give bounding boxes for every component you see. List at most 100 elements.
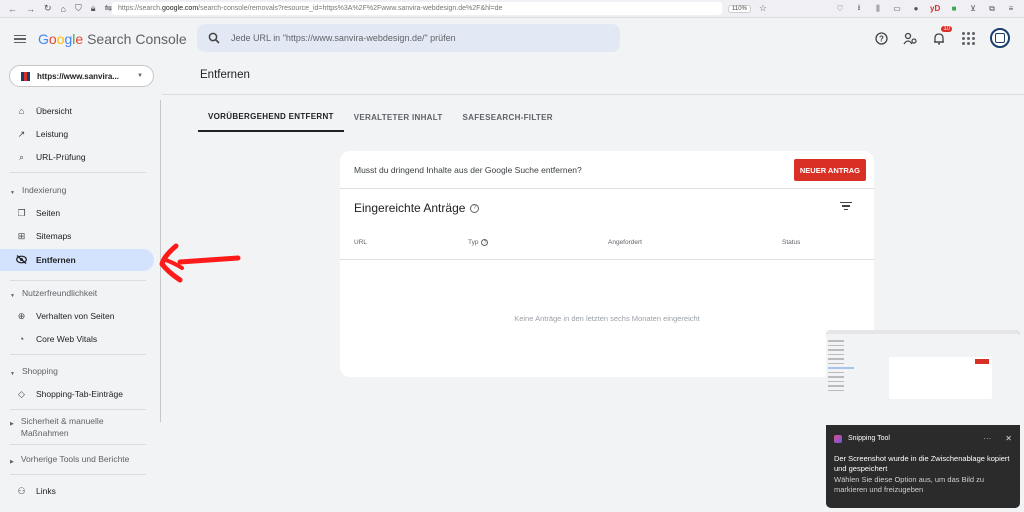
sidebar-divider-line	[10, 354, 146, 355]
column-header-url[interactable]: URL	[354, 239, 367, 246]
notifications-bell-icon[interactable]: 10	[932, 26, 952, 45]
bookmark-star-icon[interactable]: ☆	[759, 3, 767, 14]
sidebar-section-indexing[interactable]: ▼ Indexierung	[10, 184, 150, 199]
sidebar-divider-line	[10, 409, 146, 410]
zoom-badge[interactable]: 110%	[728, 4, 751, 13]
snipping-tool-notification[interactable]: Snipping Tool ··· ✕ Der Screenshot wurde…	[826, 330, 1020, 508]
title-divider	[162, 94, 1024, 95]
forward-icon[interactable]: →	[26, 4, 35, 14]
help-icon[interactable]: ?	[481, 239, 489, 246]
sidebar-item-core-web-vitals[interactable]: ◔ Core Web Vitals	[0, 328, 154, 350]
sidebar-item-shopping-tab[interactable]: ◇ Shopping-Tab-Einträge	[0, 383, 154, 405]
sidebar: https://www.sanvira... ▼ ⌂ Übersicht ↗ Lei…	[0, 60, 162, 512]
tab-outdated-content[interactable]: VERALTETER INHALT	[344, 102, 453, 132]
hamburger-menu-icon[interactable]	[14, 34, 26, 44]
sidebar-item-overview[interactable]: ⌂ Übersicht	[0, 100, 154, 122]
account-avatar[interactable]	[990, 28, 1010, 48]
links-tree-icon: ⚇	[17, 485, 26, 496]
sidebar-section-legacy[interactable]: ▶ Vorherige Tools und Berichte	[10, 453, 150, 468]
column-header-status[interactable]: Status	[782, 239, 800, 246]
magnifier-icon: ⌕	[18, 151, 25, 162]
property-selector[interactable]: https://www.sanvira... ▼	[9, 65, 154, 87]
property-name: https://www.sanvira...	[37, 71, 119, 81]
sidebar-item-url-inspection[interactable]: ⌕ URL-Prüfung	[0, 146, 154, 168]
collapse-triangle-icon: ▼	[10, 190, 15, 196]
snipping-tool-hint: Wählen Sie diese Option aus, um das Bild…	[834, 475, 985, 494]
snipping-tool-app-name: Snipping Tool	[848, 435, 890, 442]
sidebar-item-performance[interactable]: ↗ Leistung	[0, 123, 154, 145]
empty-state-message: Keine Anträge in den letzten sechs Monat…	[514, 314, 700, 323]
page-title: Entfernen	[200, 69, 250, 81]
removal-tabs: VORÜBERGEHEND ENTFERNT VERALTETER INHALT…	[198, 102, 563, 132]
screenshot-thumbnail[interactable]	[826, 330, 1020, 425]
trending-up-icon: ↗	[17, 128, 26, 139]
menu-icon[interactable]: ≡	[1006, 4, 1016, 13]
svg-text:?: ?	[879, 34, 884, 43]
home-icon: ⌂	[18, 106, 25, 116]
header-actions: ? 10	[874, 26, 1010, 48]
apps-grid-icon[interactable]	[961, 31, 975, 45]
permissions-icon[interactable]: ⇋	[105, 3, 113, 14]
search-placeholder: Jede URL in "https://www.sanvira-webdesi…	[231, 33, 456, 43]
sidebar-item-links[interactable]: ⚇ Links	[0, 480, 154, 502]
submitted-requests-heading: Eingereichte Anträge ?	[354, 201, 480, 215]
extension-bracket-icon[interactable]: ⊻	[968, 4, 978, 13]
extension-yd-icon[interactable]: yD	[930, 4, 940, 13]
tag-icon: ◇	[18, 388, 25, 399]
sidebar-section-shopping[interactable]: ▼ Shopping	[10, 365, 150, 380]
browser-nav-buttons: ← → ↻ ⌂ ⛉ 🔒︎ ⇋	[0, 3, 112, 14]
back-icon[interactable]: ←	[8, 4, 17, 14]
snipping-tool-header: Snipping Tool ··· ✕	[834, 434, 1012, 443]
help-icon[interactable]: ?	[470, 203, 480, 213]
sidebar-divider-line	[10, 280, 146, 281]
home-icon[interactable]: ⌂	[61, 4, 66, 14]
tab-safesearch-filter[interactable]: SAFESEARCH-FILTER	[453, 102, 563, 132]
column-header-requested[interactable]: Angefordert	[608, 239, 642, 246]
tab-temporary-removals[interactable]: VORÜBERGEHEND ENTFERNT	[198, 102, 344, 132]
search-console-logo[interactable]: Google Search Console	[38, 31, 187, 47]
sidebar-item-page-experience[interactable]: ⊕ Verhalten von Seiten	[0, 305, 154, 327]
urgent-removal-prompt: Musst du dringend Inhalte aus der Google…	[354, 164, 582, 175]
address-bar[interactable]: https://search. google.com/search-console…	[112, 2, 722, 15]
eye-off-icon	[16, 254, 27, 266]
download-icon[interactable]: ⭳	[854, 2, 864, 16]
extensions-puzzle-icon[interactable]: ⧉	[987, 4, 997, 14]
new-request-button[interactable]: NEUER ANTRAG	[793, 159, 866, 181]
removals-card: Musst du dringend Inhalte aus der Google…	[340, 151, 874, 377]
sidebar-toggle-icon[interactable]: ▭	[892, 4, 902, 13]
browser-toolbar: ← → ↻ ⌂ ⛉ 🔒︎ ⇋ https://search. google.com…	[0, 0, 1024, 18]
lock-icon[interactable]: 🔒︎	[91, 3, 96, 14]
manage-users-icon[interactable]	[903, 31, 917, 45]
close-icon[interactable]: ✕	[1005, 434, 1012, 443]
filter-icon[interactable]	[840, 202, 852, 211]
sidebar-section-experience[interactable]: ▼ Nutzerfreundlichkeit	[10, 287, 150, 302]
column-header-type[interactable]: Typ ?	[468, 239, 489, 246]
sidebar-item-pages[interactable]: ❐ Seiten	[0, 202, 154, 224]
url-inspection-search[interactable]: Jede URL in "https://www.sanvira-webdesi…	[197, 24, 620, 52]
extension-green-icon[interactable]: ■	[949, 4, 959, 13]
help-icon[interactable]: ?	[874, 31, 888, 45]
sidebar-section-security[interactable]: ▶ Sicherheit & manuelle Maßnahmen	[10, 415, 150, 439]
extension-circle-icon[interactable]: ●	[911, 4, 921, 13]
collapse-triangle-icon: ▼	[10, 371, 15, 377]
sidebar-divider-line	[10, 172, 146, 173]
plus-circle-icon: ⊕	[17, 310, 26, 321]
sidebar-item-sitemaps[interactable]: ⊞ Sitemaps	[0, 225, 154, 247]
chevron-down-icon: ▼	[137, 73, 143, 79]
collapse-triangle-icon: ▼	[10, 293, 15, 299]
app-header: Google Search Console Jede URL in "https…	[0, 18, 1024, 60]
snipping-tool-logo-icon	[834, 434, 842, 443]
reload-icon[interactable]: ↻	[44, 3, 52, 14]
sidebar-item-removals[interactable]: Entfernen	[0, 249, 154, 271]
library-icon[interactable]: ⫼	[873, 4, 883, 14]
red-annotation-arrow	[159, 243, 241, 283]
table-header-divider	[340, 259, 874, 260]
sitemap-icon: ⊞	[17, 230, 26, 241]
expand-triangle-icon: ▶	[10, 421, 14, 427]
pages-icon: ❐	[17, 207, 26, 218]
pocket-icon[interactable]: ♡	[835, 4, 845, 13]
snipping-tool-message: Der Screenshot wurde in die Zwischenabla…	[834, 454, 1010, 473]
property-favicon-icon	[21, 71, 30, 81]
more-options-icon[interactable]: ···	[983, 434, 991, 443]
shield-icon[interactable]: ⛉	[75, 3, 82, 14]
